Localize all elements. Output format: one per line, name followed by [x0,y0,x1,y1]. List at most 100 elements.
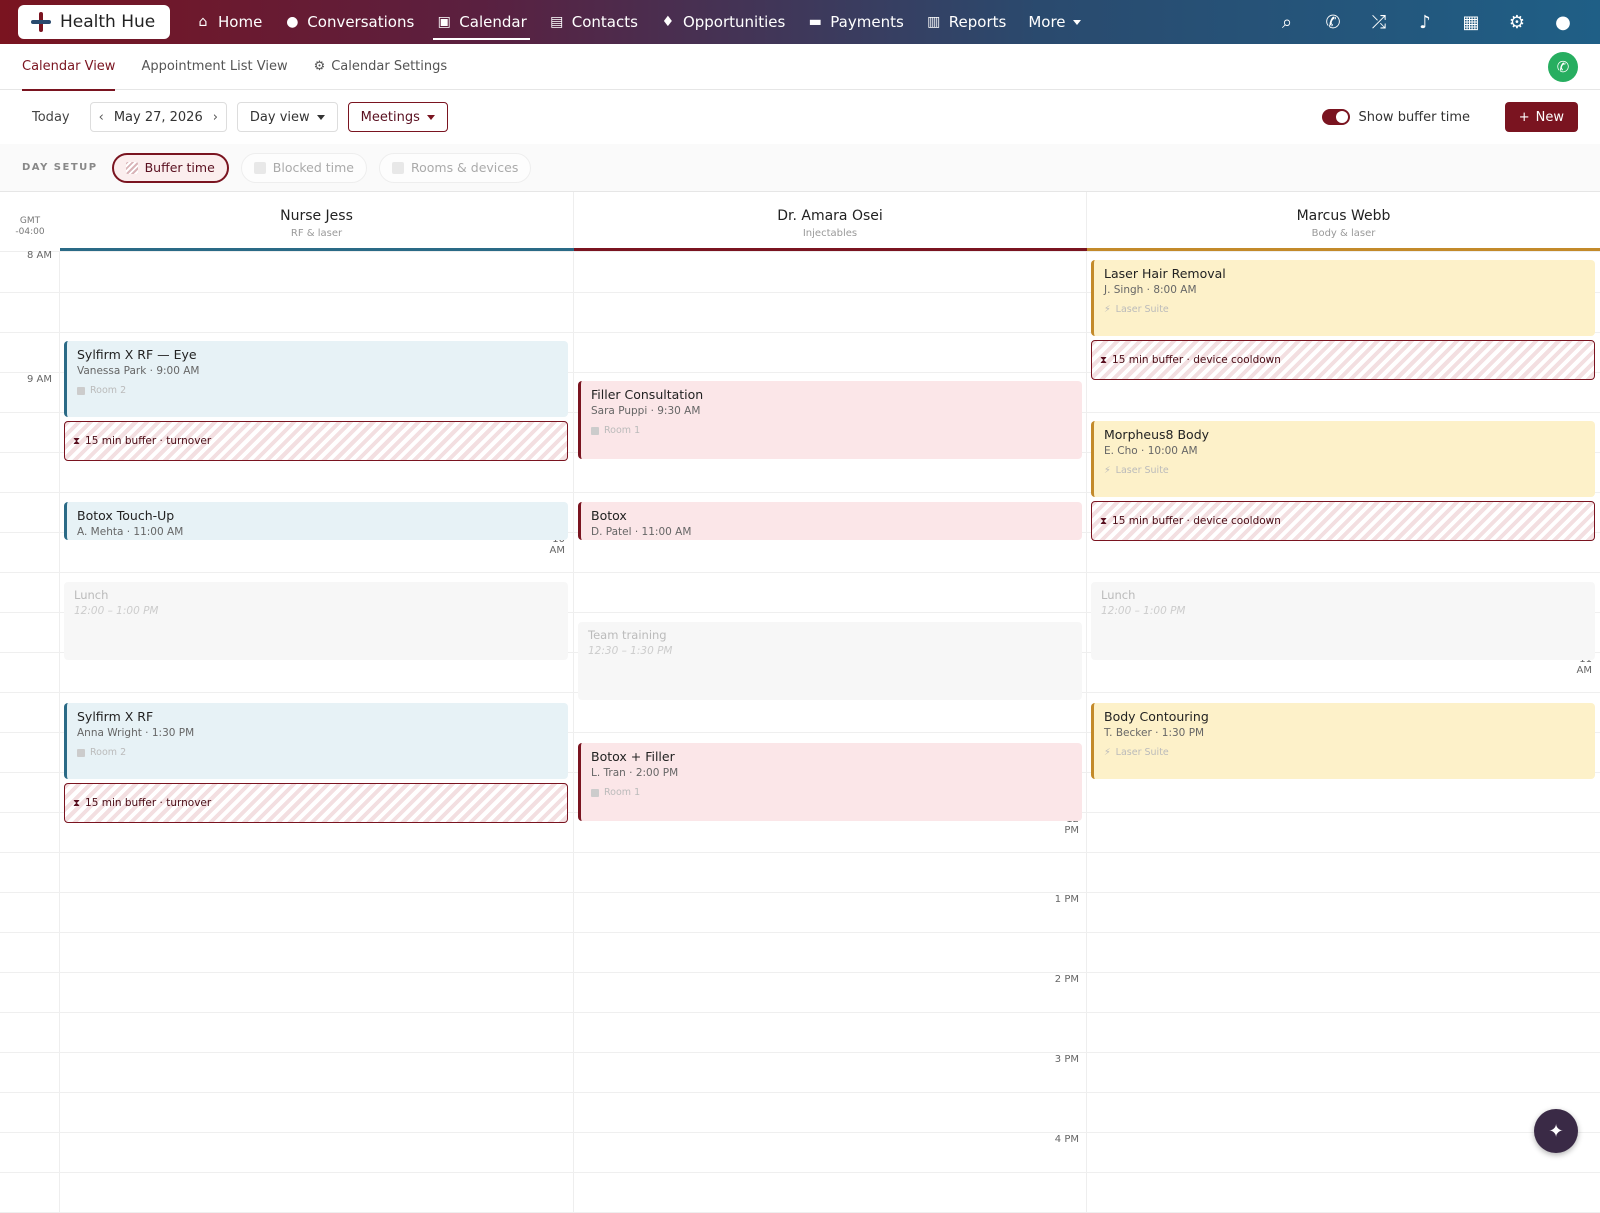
credit-card-icon: ▬ [808,14,822,30]
blocked-time-card[interactable]: Lunch 12:00 – 1:00 PM [1091,582,1595,660]
grid-line [0,1172,1600,1173]
appointment-card[interactable]: Morpheus8 Body E. Cho · 10:00 AM ⚡ Laser … [1091,421,1595,497]
date-navigator: ‹ May 27, 2026 › [89,102,227,132]
lightning-icon: ⚡ [1104,304,1111,315]
hourglass-icon: ⧗ [73,797,81,809]
hour-label: 9 AM [26,374,52,385]
hourglass-icon: ⧗ [73,435,81,447]
calendar-icon: ▣ [437,14,451,30]
new-button[interactable]: + New [1504,102,1578,132]
chip-blocked-time[interactable]: Blocked time [240,152,367,183]
phone-call-button[interactable]: ✆ [1548,52,1578,82]
chevron-right-icon[interactable]: › [213,110,218,125]
top-nav: Health Hue ⌂ Home ● Conversations ▣ Calenda… [0,0,1600,44]
show-buffer-toggle[interactable] [1322,109,1351,125]
lightning-icon: ⚡ [1104,465,1111,476]
hour-label: 1 PM [1054,894,1079,905]
logo-cross-icon [30,11,52,33]
blocked-time-card[interactable]: Lunch 12:00 – 1:00 PM [64,582,568,660]
show-buffer-toggle-wrap: Show buffer time [1322,102,1470,132]
chevron-left-icon[interactable]: ‹ [99,110,104,125]
meetings-filter-dropdown[interactable]: Meetings [347,102,448,132]
today-button[interactable]: Today [20,102,82,132]
room-icon [77,386,85,395]
nav-home[interactable]: ⌂ Home [184,0,273,44]
hatch-swatch-icon [125,161,138,174]
buffer-block[interactable]: ⧗ 15 min buffer · turnover [64,783,568,823]
plus-icon: + [1518,109,1530,125]
grid-line [0,1012,1600,1013]
lightning-icon: ⚡ [1104,747,1111,758]
appointment-card[interactable]: Laser Hair Removal J. Singh · 8:00 AM ⚡ L… [1091,260,1595,336]
home-icon: ⌂ [198,14,208,30]
grid-line [0,972,1600,973]
chip-buffer-time[interactable]: Buffer time [111,152,229,183]
grid-line [0,1132,1600,1133]
appointment-card[interactable]: Botox Touch-Up A. Mehta · 11:00 AM [64,502,568,540]
magic-wand-icon: ✦ [1548,1120,1564,1142]
calendar-toolbar: Today ‹ May 27, 2026 › Day view Meetings… [0,90,1600,144]
chat-icon: ● [286,14,299,30]
blocked-time-card[interactable]: Team training 12:30 – 1:30 PM [578,622,1082,700]
column-header-amara-osei[interactable]: Dr. Amara Osei Injectables [574,192,1087,250]
grid-line [0,892,1600,893]
buffer-block[interactable]: ⧗ 15 min buffer · turnover [64,421,568,461]
current-date[interactable]: May 27, 2026 [114,110,203,125]
swatch-icon [391,161,404,174]
appointment-card[interactable]: Filler Consultation Sara Puppi · 9:30 AM… [578,381,1082,459]
hour-label: 8 AM [26,250,52,261]
hourglass-icon: ⧗ [1100,354,1108,366]
phone-icon: ✆ [1556,58,1570,76]
shuffle-icon[interactable]: ⤮ [1356,0,1402,44]
search-icon[interactable]: ⌕ [1264,0,1310,44]
grid-line [0,932,1600,933]
hour-label: 2 PM [1054,974,1079,985]
nav-payments[interactable]: ▬ Payments [796,0,914,44]
buffer-block[interactable]: ⧗ 15 min buffer · device cooldown [1091,340,1595,380]
nav-opportunities[interactable]: ♦ Opportunities [649,0,796,44]
nav-reports[interactable]: ▥ Reports [915,0,1018,44]
appointment-card[interactable]: Sylfirm X RF — Eye Vanessa Park · 9:00 A… [64,341,568,417]
nav-calendar[interactable]: ▣ Calendar [425,0,537,44]
bar-chart-icon: ▥ [927,14,941,30]
bell-icon[interactable]: ♪ [1402,0,1448,44]
user-icon[interactable]: ● [1540,0,1586,44]
calendar-icon[interactable]: ▦ [1448,0,1494,44]
room-icon [591,426,599,435]
hourglass-icon: ⧗ [1100,515,1108,527]
nav-conversations[interactable]: ● Conversations [273,0,425,44]
chip-rooms-devices[interactable]: Rooms & devices [378,152,532,183]
magic-wand-button[interactable]: ✦ [1534,1109,1578,1153]
appointment-card[interactable]: Botox + Filler L. Tran · 2:00 PM Room 1 [578,743,1082,821]
phone-icon[interactable]: ✆ [1310,0,1356,44]
timezone-label: GMT -04:00 [15,216,45,237]
grid-line [0,852,1600,853]
hour-label: 3 PM [1054,1054,1079,1065]
column-header-nurse-jess[interactable]: Nurse Jess RF & laser [60,192,574,250]
room-icon [591,788,599,797]
calendar-grid: GMT -04:00 Nurse Jess RF & laser Dr. Amar… [0,192,1600,1213]
tab-calendar-settings[interactable]: ⚙ Calendar Settings [314,44,448,90]
nav-more[interactable]: More [1017,0,1091,44]
hour-label: 4 PM [1054,1134,1079,1145]
grid-line [0,572,1600,573]
tab-appointment-list-view[interactable]: Appointment List View [141,44,287,90]
day-setup-label: DAY SETUP [22,162,98,173]
grid-line [0,1092,1600,1093]
appointment-card[interactable]: Body Contouring T. Becker · 1:30 PM ⚡ Las… [1091,703,1595,779]
buffer-block[interactable]: ⧗ 15 min buffer · device cooldown [1091,501,1595,541]
caret-down-icon [316,114,325,120]
view-dropdown[interactable]: Day view [236,102,338,132]
brand-logo[interactable]: Health Hue [18,5,170,39]
gear-icon: ⚙ [313,59,326,74]
appointment-card[interactable]: Botox D. Patel · 11:00 AM [578,502,1082,540]
nav-contacts[interactable]: ▤ Contacts [538,0,649,44]
chevron-down-icon [1072,19,1081,25]
room-icon [77,748,85,757]
appointment-card[interactable]: Sylfirm X RF Anna Wright · 1:30 PM Room … [64,703,568,779]
tab-calendar-view[interactable]: Calendar View [22,44,116,91]
calendar-subtabs: Calendar View Appointment List View ⚙ Cal… [0,44,1600,91]
day-setup-bar: DAY SETUP Buffer time Blocked time Rooms… [0,144,1600,192]
column-header-marcus-webb[interactable]: Marcus Webb Body & laser [1087,192,1600,250]
gear-icon[interactable]: ⚙ [1494,0,1540,44]
